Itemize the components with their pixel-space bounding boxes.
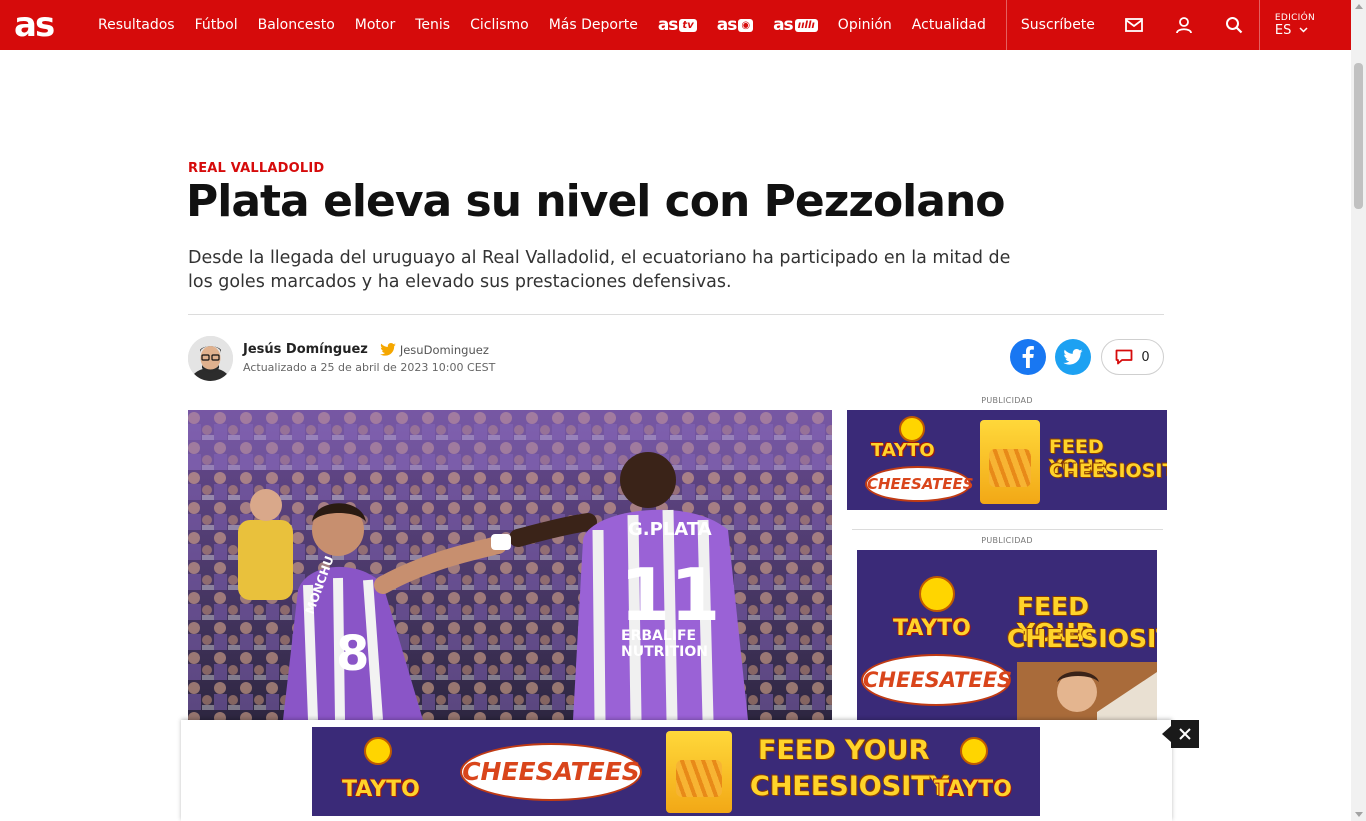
twitter-bird-icon <box>380 343 396 356</box>
nav-opinion[interactable]: Opinión <box>828 0 902 50</box>
share-twitter-button[interactable] <box>1055 339 1091 375</box>
ad-slogan-line-1: FEED YOUR <box>758 735 930 766</box>
mascot-icon <box>899 416 925 442</box>
camera-icon: ◉ <box>738 18 754 32</box>
comment-bubble-icon <box>1115 349 1133 365</box>
nav-as-photo[interactable]: as ◉ <box>707 0 763 50</box>
top-navigation-bar: as Resultados Fútbol Baloncesto Motor Te… <box>0 0 1351 50</box>
edition-selector[interactable]: EDICIÓN ES <box>1260 0 1330 50</box>
edition-value: ES <box>1275 23 1330 38</box>
sponsor-line-1: ERBALIFE <box>621 628 696 644</box>
ad-banner-side[interactable]: TAYTO CHEESATEES FEED YOUR CHEESIOSITY <box>857 550 1157 720</box>
tv-tag: tv <box>679 18 697 32</box>
comments-button[interactable]: 0 <box>1101 339 1164 375</box>
author-photo <box>188 335 233 381</box>
mail-icon <box>1125 18 1143 32</box>
as-photo-wordmark: as <box>716 15 738 35</box>
close-icon <box>1179 728 1191 740</box>
article-headline: Plata eleva su nivel con Pezzolano <box>186 176 1005 227</box>
author-twitter-link[interactable]: JesuDominguez <box>380 343 489 357</box>
ad-brand: TAYTO <box>342 777 420 802</box>
article-byline: Jesús Domínguez JesuDominguez Actualizad… <box>188 335 495 381</box>
article-main-photo[interactable]: 8 MONCHU G.PLATA 11 ERBALIFE NUTRITION <box>188 410 832 720</box>
players-celebration-image: 8 MONCHU G.PLATA 11 ERBALIFE NUTRITION <box>188 410 832 720</box>
header-divider <box>188 314 1164 315</box>
as-tv-wordmark: as <box>657 15 679 35</box>
ad-divider <box>852 529 1163 530</box>
jersey-front-number: 8 <box>336 626 369 682</box>
account-button[interactable] <box>1159 0 1209 50</box>
ad-label: PUBLICIDAD <box>981 396 1033 405</box>
scroll-up-arrow-icon[interactable] <box>1355 4 1363 9</box>
article-section-kicker[interactable]: REAL VALLADOLID <box>188 161 324 176</box>
nav-as-audio[interactable]: as ııllı <box>763 0 828 50</box>
close-ad-button[interactable] <box>1162 720 1199 748</box>
search-button[interactable] <box>1209 0 1259 50</box>
jersey-back-number: 11 <box>620 553 720 637</box>
ad-product-logo: CHEESATEES <box>865 466 974 502</box>
audio-wave-icon: ııllı <box>794 18 818 32</box>
nav-as-tv[interactable]: as tv <box>648 0 707 50</box>
cheesatees-bag-icon <box>980 420 1040 504</box>
twitter-icon <box>1063 349 1083 365</box>
nav-baloncesto[interactable]: Baloncesto <box>248 0 345 50</box>
author-info: Jesús Domínguez JesuDominguez Actualizad… <box>243 342 495 374</box>
ad-banner-top[interactable]: TAYTO CHEESATEES FEED YOUR CHEESIOSITY <box>847 410 1167 510</box>
scroll-down-arrow-icon[interactable] <box>1355 812 1363 817</box>
scroll-thumb[interactable] <box>1354 63 1363 209</box>
jersey-back-name: G.PLATA <box>628 519 712 540</box>
edition-label: EDICIÓN <box>1274 12 1316 23</box>
mascot-icon <box>364 737 392 765</box>
share-facebook-button[interactable] <box>1010 339 1046 375</box>
ad-brand: TAYTO <box>934 777 1012 802</box>
twitter-handle-text: JesuDominguez <box>399 342 489 357</box>
cheesatees-bag-icon <box>666 731 732 813</box>
chevron-down-icon <box>1299 27 1308 33</box>
ad-leaderboard[interactable]: TAYTO CHEESATEES FEED YOUR CHEESIOSITY T… <box>312 727 1040 816</box>
main-nav: Resultados Fútbol Baloncesto Motor Tenis… <box>80 0 996 50</box>
newsletter-button[interactable] <box>1109 0 1159 50</box>
facebook-icon <box>1022 346 1034 368</box>
user-icon <box>1176 17 1192 34</box>
ad-label: PUBLICIDAD <box>981 536 1033 545</box>
subscribe-link[interactable]: Suscríbete <box>1007 0 1109 50</box>
search-icon <box>1225 17 1243 34</box>
author-avatar[interactable] <box>188 335 233 381</box>
nav-mas-deporte[interactable]: Más Deporte <box>539 0 648 50</box>
mascot-icon <box>919 576 955 612</box>
sponsor-line-2: NUTRITION <box>621 644 708 660</box>
nav-motor[interactable]: Motor <box>345 0 405 50</box>
ad-brand: TAYTO <box>893 616 971 641</box>
ad-slogan-line-2: CHEESIOSITY <box>1007 624 1157 653</box>
nav-tenis[interactable]: Tenis <box>405 0 460 50</box>
ad-product-logo: CHEESATEES <box>861 654 1012 706</box>
as-audio-wordmark: as <box>773 15 794 35</box>
ad-product-logo: CHEESATEES <box>460 743 642 801</box>
nav-ciclismo[interactable]: Ciclismo <box>460 0 539 50</box>
author-name-link[interactable]: Jesús Domínguez <box>243 342 368 357</box>
mascot-icon <box>960 737 988 765</box>
article-updated-timestamp: Actualizado a 25 de abril de 2023 10:00 … <box>243 361 496 374</box>
nav-resultados[interactable]: Resultados <box>88 0 185 50</box>
nav-actualidad[interactable]: Actualidad <box>902 0 996 50</box>
nav-futbol[interactable]: Fútbol <box>185 0 248 50</box>
comments-count: 0 <box>1141 349 1150 365</box>
sticky-bottom-ad: TAYTO CHEESATEES FEED YOUR CHEESIOSITY T… <box>181 720 1172 821</box>
as-logo[interactable]: as <box>0 0 80 50</box>
ad-man-image <box>1017 662 1157 720</box>
article-subheadline: Desde la llegada del uruguayo al Real Va… <box>188 248 1011 292</box>
page-scrollbar[interactable] <box>1351 0 1366 821</box>
ad-brand: TAYTO <box>871 440 935 461</box>
ad-slogan-line-2: CHEESIOSITY <box>1049 460 1167 482</box>
ad-slogan-line-2: CHEESIOSITY <box>750 771 950 802</box>
